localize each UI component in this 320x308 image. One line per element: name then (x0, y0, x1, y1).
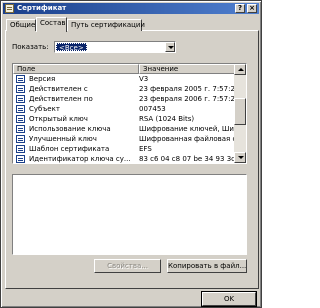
copy-to-file-button[interactable]: Копировать в файл... (167, 259, 247, 273)
document-icon (16, 85, 25, 93)
field-name: Субъект (29, 105, 60, 113)
column-header-field[interactable]: Поле (13, 64, 139, 74)
field-name: Открытый ключ (29, 115, 88, 123)
tab-details[interactable]: Состав (36, 17, 67, 32)
list-item[interactable]: Улучшенный ключ Шифрованная файловая сис… (13, 134, 235, 144)
field-detail-box[interactable] (12, 174, 247, 255)
show-dropdown-value: <Все> (56, 43, 87, 52)
chevron-down-icon (168, 46, 174, 49)
tab-general[interactable]: Общие (6, 19, 36, 31)
list-item[interactable]: Действителен с 23 февраля 2005 г. 7:57:2… (13, 84, 235, 94)
certificate-dialog: Сертификат ? × Общие Состав Путь сертифи… (0, 0, 262, 308)
field-value: 007453 (139, 105, 166, 113)
field-name: Улучшенный ключ (29, 135, 97, 143)
certificate-icon (5, 4, 14, 13)
field-value: Шифрованная файловая сис... (139, 135, 235, 143)
tab-certification-path[interactable]: Путь сертификации (67, 19, 145, 31)
list-item[interactable]: Использование ключа Шифрование ключей, Ш… (13, 124, 235, 134)
document-icon (16, 95, 25, 103)
dropdown-button[interactable] (165, 42, 175, 52)
show-label: Показать: (12, 43, 49, 51)
document-icon (16, 145, 25, 153)
scroll-up-button[interactable] (234, 64, 246, 75)
field-value: EFS (139, 145, 152, 153)
column-header-value[interactable]: Значение (139, 64, 235, 74)
arrow-down-icon (238, 156, 244, 159)
field-name: Использование ключа (29, 125, 111, 133)
help-button[interactable]: ? (235, 4, 245, 13)
scroll-thumb[interactable] (234, 98, 246, 125)
field-name: Действителен с (29, 85, 88, 93)
window-title: Сертификат (17, 4, 67, 12)
field-value: 23 февраля 2006 г. 7:57:28 (139, 95, 235, 103)
list-item[interactable]: Версия V3 (13, 74, 235, 84)
field-value: RSA (1024 Bits) (139, 115, 195, 123)
field-name: Идентификатор ключа су... (29, 155, 131, 163)
properties-button[interactable]: Свойства... (94, 259, 161, 273)
document-icon (16, 105, 25, 113)
document-icon (16, 75, 25, 83)
field-value: Шифрование ключей, Шифр... (139, 125, 235, 133)
field-value: 83 c6 04 c8 07 be 34 93 3c 92 ... (139, 155, 235, 163)
ok-button[interactable]: OK (201, 291, 257, 307)
field-name: Версия (29, 75, 56, 83)
field-value: V3 (139, 75, 149, 83)
document-icon (16, 155, 25, 163)
list-item[interactable]: Открытый ключ RSA (1024 Bits) (13, 114, 235, 124)
document-icon (16, 135, 25, 143)
close-button[interactable]: × (247, 4, 257, 13)
scroll-down-button[interactable] (234, 152, 246, 163)
field-value: 23 февраля 2005 г. 7:57:28 (139, 85, 235, 93)
list-item[interactable]: Шаблон сертификата EFS (13, 144, 235, 154)
list-item[interactable]: Идентификатор ключа су... 83 c6 04 c8 07… (13, 154, 235, 163)
document-icon (16, 125, 25, 133)
field-name: Действителен по (29, 95, 93, 103)
field-name: Шаблон сертификата (29, 145, 110, 153)
list-scrollbar[interactable] (234, 64, 246, 163)
fields-list[interactable]: Поле Значение Версия V3 Действителен с 2… (12, 63, 247, 164)
document-icon (16, 115, 25, 123)
list-item[interactable]: Субъект 007453 (13, 104, 235, 114)
show-dropdown[interactable]: <Все> (54, 41, 176, 53)
list-item[interactable]: Действителен по 23 февраля 2006 г. 7:57:… (13, 94, 235, 104)
title-bar: Сертификат ? × (3, 3, 259, 14)
arrow-up-icon (238, 68, 244, 71)
